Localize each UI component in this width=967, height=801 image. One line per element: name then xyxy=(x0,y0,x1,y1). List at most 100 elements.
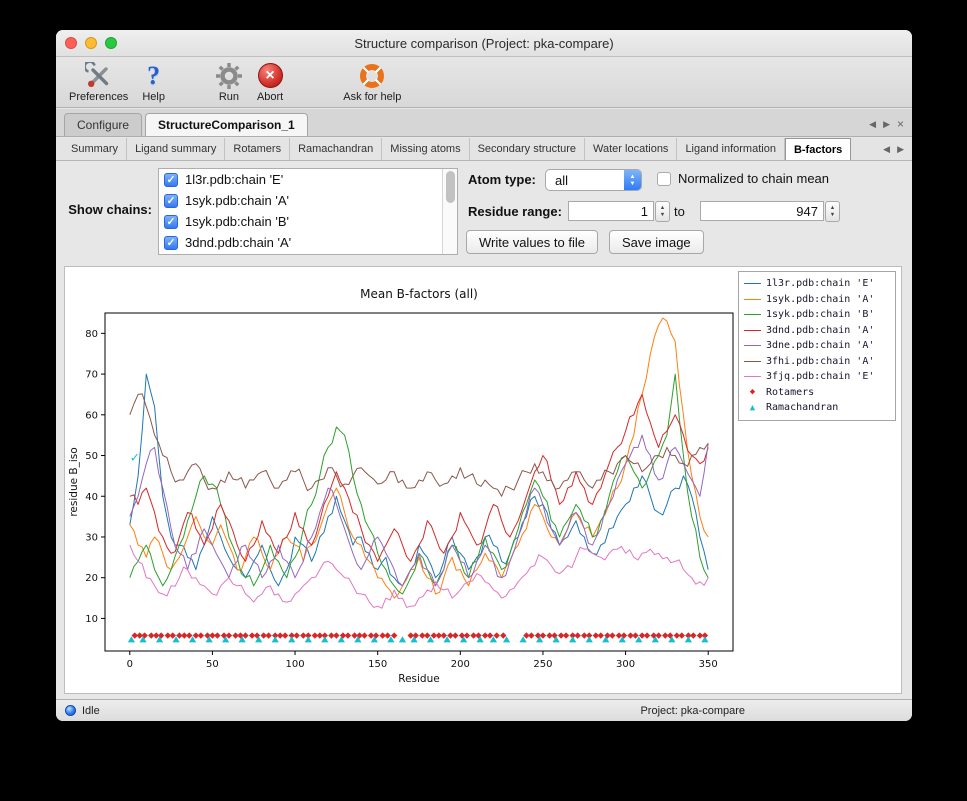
traffic-lights xyxy=(65,37,117,49)
ask-for-help-button[interactable]: Ask for help xyxy=(336,60,408,103)
svg-text:✓: ✓ xyxy=(130,451,140,465)
svg-text:80: 80 xyxy=(85,329,98,340)
analysis-scroll-left-icon[interactable]: ◀ xyxy=(883,144,890,155)
run-button[interactable]: Run xyxy=(208,60,250,103)
tab-missing-atoms[interactable]: Missing atoms xyxy=(382,138,469,160)
svg-text:70: 70 xyxy=(85,370,98,381)
legend-label: 3dnd.pdb:chain 'A' xyxy=(766,325,874,336)
analysis-tabs: SummaryLigand summaryRotamersRamachandra… xyxy=(63,138,851,160)
svg-text:200: 200 xyxy=(451,659,470,670)
bfactor-plot-panel: 0501001502002503003501020304050607080Mea… xyxy=(64,266,902,694)
legend-entry: 1syk.pdb:chain 'A' xyxy=(744,292,890,308)
tab-nav: ◀ ▶ × xyxy=(869,119,904,136)
analysis-scroll-right-icon[interactable]: ▶ xyxy=(897,144,904,155)
legend-label: Rotamers xyxy=(766,387,814,398)
normalized-checkbox-row[interactable]: Normalized to chain mean xyxy=(657,171,829,186)
to-label: to xyxy=(674,204,685,219)
write-values-button[interactable]: Write values to file xyxy=(466,230,598,254)
help-button[interactable]: ? Help xyxy=(135,60,172,103)
svg-text:50: 50 xyxy=(85,451,98,462)
title-bar: Structure comparison (Project: pka-compa… xyxy=(56,30,912,57)
residue-to-stepper[interactable]: ▲ ▼ xyxy=(825,201,840,222)
legend-label: 1l3r.pdb:chain 'E' xyxy=(766,278,874,289)
tab-summary[interactable]: Summary xyxy=(63,138,127,160)
dropdown-arrows-icon: ▲▼ xyxy=(624,170,641,190)
status-text: Idle xyxy=(82,705,100,717)
svg-text:300: 300 xyxy=(616,659,635,670)
chain-row[interactable]: ✓ 1syk.pdb:chain 'A' xyxy=(159,190,457,211)
chain-checkbox[interactable]: ✓ xyxy=(164,236,178,250)
chains-list: ✓1l3r.pdb:chain 'E'✓1syk.pdb:chain 'A'✓1… xyxy=(159,169,457,253)
minimize-window-button[interactable] xyxy=(85,37,97,49)
legend-line-sample xyxy=(744,314,761,315)
stepper-down-icon[interactable]: ▼ xyxy=(660,212,665,218)
svg-text:10: 10 xyxy=(85,614,98,625)
legend-entry: 3dnd.pdb:chain 'A' xyxy=(744,323,890,339)
chain-checkbox[interactable]: ✓ xyxy=(164,194,178,208)
abort-button[interactable]: × Abort xyxy=(250,60,290,103)
legend-entry: ▲Ramachandran xyxy=(744,400,890,416)
legend-label: Ramachandran xyxy=(766,402,838,413)
atom-type-label: Atom type: xyxy=(468,172,536,187)
legend-label: 3fjq.pdb:chain 'E' xyxy=(766,371,874,382)
legend-line-sample xyxy=(744,345,761,346)
stepper-up-icon[interactable]: ▲ xyxy=(660,205,665,211)
svg-text:100: 100 xyxy=(286,659,305,670)
toolbar-label: Help xyxy=(142,91,165,103)
chain-row[interactable]: ✓1l3r.pdb:chain 'E' xyxy=(159,169,457,190)
tools-icon xyxy=(85,60,113,91)
residue-from-input[interactable] xyxy=(568,201,654,221)
chain-label: 1syk.pdb:chain 'A' xyxy=(185,193,289,208)
show-chains-label: Show chains: xyxy=(60,202,152,217)
stepper-down-icon[interactable]: ▼ xyxy=(830,212,835,218)
legend-line-sample xyxy=(744,376,761,377)
svg-text:50: 50 xyxy=(206,659,219,670)
tab-ligand-summary[interactable]: Ligand summary xyxy=(127,138,225,160)
help-icon: ? xyxy=(147,60,160,91)
chain-checkbox[interactable]: ✓ xyxy=(164,215,178,229)
tab-scroll-right-icon[interactable]: ▶ xyxy=(883,119,890,130)
main-tab-structurecomparison-1[interactable]: StructureComparison_1 xyxy=(145,113,308,136)
analysis-tab-bar: SummaryLigand summaryRotamersRamachandra… xyxy=(56,138,912,161)
zoom-window-button[interactable] xyxy=(105,37,117,49)
residue-to-input[interactable] xyxy=(700,201,824,221)
svg-text:Mean B-factors (all): Mean B-factors (all) xyxy=(360,287,478,301)
residue-range-label: Residue range: xyxy=(468,204,562,219)
tab-secondary-structure[interactable]: Secondary structure xyxy=(470,138,585,160)
main-tab-configure[interactable]: Configure xyxy=(64,113,142,136)
svg-text:60: 60 xyxy=(85,410,98,421)
chart-legend: 1l3r.pdb:chain 'E'1syk.pdb:chain 'A'1syk… xyxy=(738,271,896,421)
legend-entry: 3dne.pdb:chain 'A' xyxy=(744,338,890,354)
atom-type-dropdown[interactable]: all ▲▼ xyxy=(545,169,642,191)
tab-close-icon[interactable]: × xyxy=(897,120,904,129)
diamond-marker-icon: ◆ xyxy=(744,387,761,397)
svg-text:350: 350 xyxy=(699,659,718,670)
svg-text:40: 40 xyxy=(85,492,98,503)
app-window: Structure comparison (Project: pka-compa… xyxy=(56,30,912,721)
save-image-button[interactable]: Save image xyxy=(609,230,704,254)
tab-scroll-left-icon[interactable]: ◀ xyxy=(869,119,876,130)
tab-water-locations[interactable]: Water locations xyxy=(585,138,677,160)
tab-ramachandran[interactable]: Ramachandran xyxy=(290,138,382,160)
legend-line-sample xyxy=(744,283,761,284)
status-bar: Idle Project: pka-compare xyxy=(56,699,912,721)
svg-text:residue B_iso: residue B_iso xyxy=(68,447,80,516)
normalized-checkbox[interactable] xyxy=(657,172,671,186)
tab-rotamers[interactable]: Rotamers xyxy=(225,138,290,160)
stepper-up-icon[interactable]: ▲ xyxy=(830,205,835,211)
legend-line-sample xyxy=(744,361,761,362)
chains-scrollbar[interactable] xyxy=(442,169,457,254)
chain-row[interactable]: ✓1syk.pdb:chain 'B' xyxy=(159,211,457,232)
close-window-button[interactable] xyxy=(65,37,77,49)
svg-text:0: 0 xyxy=(127,659,133,670)
residue-from-stepper[interactable]: ▲ ▼ xyxy=(655,201,670,222)
scrollbar-thumb[interactable] xyxy=(446,171,455,203)
preferences-button[interactable]: Preferences xyxy=(62,60,135,103)
tab-b-factors[interactable]: B-factors xyxy=(785,138,851,160)
tab-ligand-information[interactable]: Ligand information xyxy=(677,138,785,160)
chains-listbox[interactable]: ✓1l3r.pdb:chain 'E'✓1syk.pdb:chain 'A'✓1… xyxy=(158,168,458,255)
legend-label: 3dne.pdb:chain 'A' xyxy=(766,340,874,351)
chain-checkbox[interactable]: ✓ xyxy=(164,173,178,187)
svg-text:150: 150 xyxy=(368,659,387,670)
chain-row[interactable]: ✓3dnd.pdb:chain 'A' xyxy=(159,232,457,253)
